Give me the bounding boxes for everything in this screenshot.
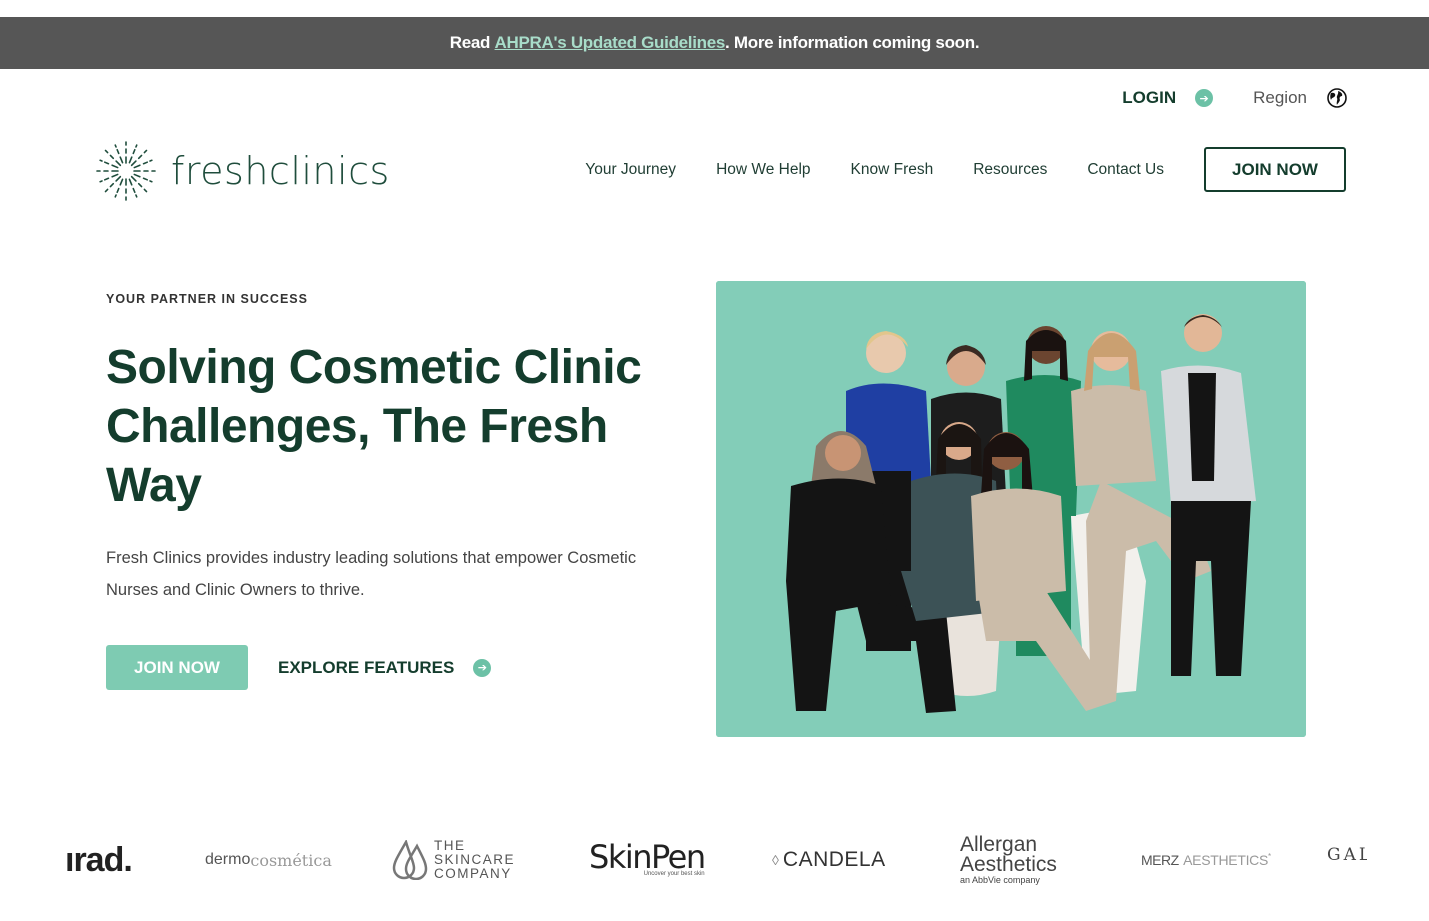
partner-logos-strip: ırad. dermo cosmética THE SKINCARE COMPAN… <box>0 830 1429 900</box>
nav-item-contact-us[interactable]: Contact Us <box>1087 161 1164 179</box>
hero-headline: Solving Cosmetic Clinic Challenges, The … <box>106 341 642 512</box>
partner-logo-allergan: Allergan Aesthetics an AbbVie company <box>960 833 1057 885</box>
candela-drop-icon: ◊ <box>772 852 779 868</box>
freshclinics-logo[interactable]: freshclinics <box>95 140 390 202</box>
login-link[interactable]: LOGIN ➔ <box>1122 88 1214 108</box>
announcement-bar: Read AHPRA's Updated Guidelines. More in… <box>0 17 1429 69</box>
arrow-right-icon: ➔ <box>1195 89 1214 107</box>
guidelines-link[interactable]: AHPRA's Updated Guidelines <box>495 33 726 53</box>
nav-item-your-journey[interactable]: Your Journey <box>585 161 676 179</box>
globe-icon <box>1327 88 1347 108</box>
nav-item-resources[interactable]: Resources <box>973 161 1047 179</box>
main-nav: Your Journey How We Help Know Fresh Reso… <box>585 147 1346 192</box>
announcement-prefix: Read <box>449 33 491 52</box>
partner-logo-gal: GAL <box>1327 845 1367 865</box>
partner-logo-candela: ◊ CANDELA <box>772 848 886 871</box>
region-label: Region <box>1253 88 1307 107</box>
hero-eyebrow: YOUR PARTNER IN SUCCESS <box>106 292 308 306</box>
hero-join-now-button[interactable]: JOIN NOW <box>106 645 248 690</box>
region-selector[interactable]: Region <box>1253 88 1347 108</box>
login-label: LOGIN <box>1122 88 1177 107</box>
arrow-right-icon: ➔ <box>473 658 492 677</box>
explore-features-label: EXPLORE FEATURES <box>278 657 455 677</box>
partner-logo-irad: ırad. <box>65 840 133 879</box>
nav-item-how-we-help[interactable]: How We Help <box>716 161 810 179</box>
partner-logo-merz: MERZ AESTHETICS * <box>1141 852 1272 868</box>
starburst-logo-icon <box>96 141 156 201</box>
explore-features-link[interactable]: EXPLORE FEATURES ➔ <box>278 657 492 678</box>
header-join-now-button[interactable]: JOIN NOW <box>1204 147 1346 192</box>
announcement-suffix: . More information coming soon. <box>725 33 980 52</box>
partner-logo-skinpen: SkinPen Uncover your best skin <box>589 838 706 877</box>
nav-item-know-fresh[interactable]: Know Fresh <box>851 161 934 179</box>
partner-logo-dermocosmetica: dermo cosmética <box>205 850 332 870</box>
hero-cta-row: JOIN NOW EXPLORE FEATURES ➔ <box>106 645 492 690</box>
team-photo <box>716 281 1306 737</box>
hero-description: Fresh Clinics provides industry leading … <box>106 549 637 599</box>
logo-wordmark: freshclinics <box>171 149 390 193</box>
partner-logo-skincare-company: THE SKINCARE COMPANY <box>392 830 515 890</box>
utility-bar: LOGIN ➔ Region <box>1122 88 1347 108</box>
drop-icon <box>392 840 428 880</box>
